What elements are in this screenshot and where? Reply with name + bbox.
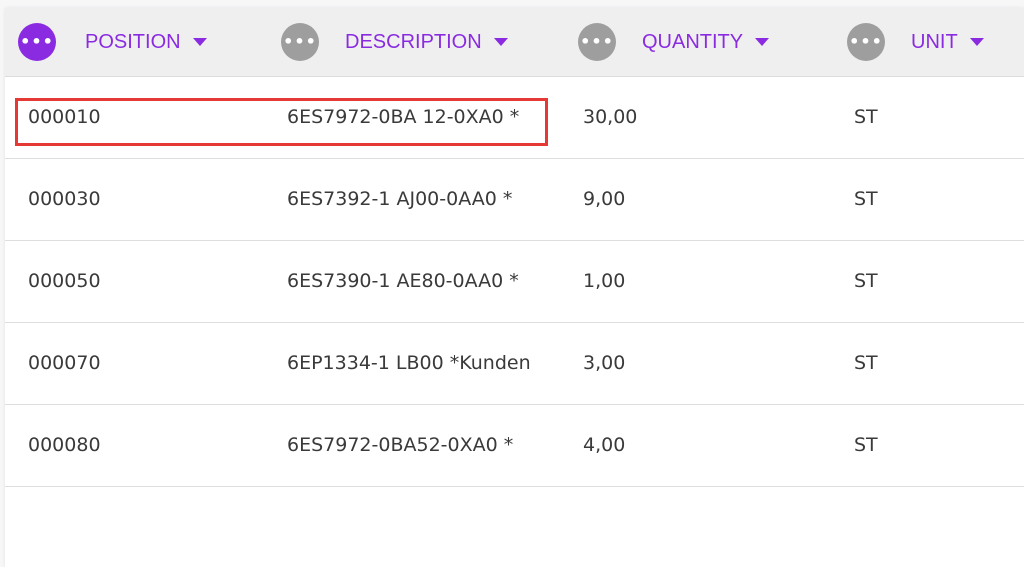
description-cell: 6EP1334-1 LB00 *Kunden [287, 352, 531, 374]
unit-column-menu-button[interactable]: ••• [847, 23, 885, 61]
column-header-quantity: ••• QUANTITY [578, 22, 770, 62]
caret-down-icon [755, 38, 770, 46]
table-row[interactable]: 000010 6ES7972-0BA 12-0XA0 * 30,00 ST [5, 77, 1024, 159]
column-label-position: POSITION [85, 30, 181, 53]
quantity-sort-button[interactable]: QUANTITY [642, 30, 770, 54]
caret-down-icon [493, 38, 508, 46]
caret-down-icon [192, 38, 207, 46]
description-cell: 6ES7972-0BA 12-0XA0 * [287, 106, 520, 128]
quantity-cell: 4,00 [583, 434, 626, 456]
more-horizontal-icon: ••• [849, 32, 883, 51]
position-column-menu-button[interactable]: ••• [18, 23, 56, 61]
unit-cell: ST [854, 434, 878, 456]
table-row[interactable]: 000030 6ES7392-1 AJ00-0AA0 * 9,00 ST [5, 159, 1024, 241]
quantity-cell: 9,00 [583, 188, 626, 210]
caret-down-icon [969, 38, 984, 46]
position-cell: 000010 [28, 106, 101, 128]
table-row[interactable]: 000070 6EP1334-1 LB00 *Kunden 3,00 ST [5, 323, 1024, 405]
more-horizontal-icon: ••• [283, 32, 317, 51]
quantity-cell: 3,00 [583, 352, 626, 374]
column-label-unit: UNIT [911, 30, 958, 53]
unit-cell: ST [854, 188, 878, 210]
position-cell: 000050 [28, 270, 101, 292]
unit-cell: ST [854, 106, 878, 128]
quantity-cell: 1,00 [583, 270, 626, 292]
position-sort-button[interactable]: POSITION [85, 31, 207, 54]
unit-sort-button[interactable]: UNIT [911, 31, 984, 54]
table-body: 000010 6ES7972-0BA 12-0XA0 * 30,00 ST 00… [5, 77, 1024, 487]
position-cell: 000070 [28, 352, 101, 374]
description-cell: 6ES7972-0BA52-0XA0 * [287, 434, 514, 456]
unit-cell: ST [854, 352, 878, 374]
column-label-description: DESCRIPTION [345, 30, 482, 53]
description-sort-button[interactable]: DESCRIPTION [345, 31, 508, 54]
description-cell: 6ES7390-1 AE80-0AA0 * [287, 270, 519, 292]
column-header-description: ••• DESCRIPTION [281, 22, 508, 62]
description-column-menu-button[interactable]: ••• [281, 23, 319, 61]
table-row[interactable]: 000080 6ES7972-0BA52-0XA0 * 4,00 ST [5, 405, 1024, 487]
unit-cell: ST [854, 270, 878, 292]
line-items-table: ••• POSITION ••• DESCRIPTION ••• QUANTIT… [5, 8, 1024, 567]
table-header: ••• POSITION ••• DESCRIPTION ••• QUANTIT… [5, 8, 1024, 77]
quantity-column-menu-button[interactable]: ••• [578, 23, 616, 61]
more-horizontal-icon: ••• [580, 32, 614, 51]
quantity-cell: 30,00 [583, 106, 638, 128]
column-label-quantity: QUANTITY [642, 30, 744, 53]
column-header-unit: ••• UNIT [847, 22, 984, 62]
more-horizontal-icon: ••• [20, 32, 54, 51]
description-cell: 6ES7392-1 AJ00-0AA0 * [287, 188, 513, 210]
column-header-position: ••• POSITION [18, 22, 207, 62]
table-row[interactable]: 000050 6ES7390-1 AE80-0AA0 * 1,00 ST [5, 241, 1024, 323]
position-cell: 000030 [28, 188, 101, 210]
position-cell: 000080 [28, 434, 101, 456]
